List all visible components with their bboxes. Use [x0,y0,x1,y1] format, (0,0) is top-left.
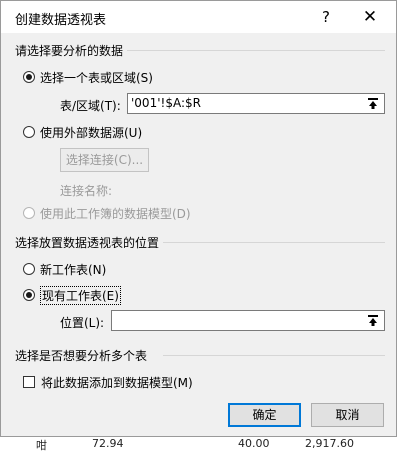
table-range-input[interactable]: '001'!$A:$R [127,93,385,114]
close-button[interactable]: ✕ [359,6,381,28]
radio-table-range[interactable]: 选择一个表或区域(S) [23,68,153,86]
checkbox-label: 将此数据添加到数据模型(M) [41,375,193,390]
radio-new-worksheet[interactable]: 新工作表(N) [23,260,106,278]
section-heading-source: 请选择要分析的数据 [15,44,124,58]
radio-external-source[interactable]: 使用外部数据源(U) [23,123,142,141]
location-input[interactable] [111,310,385,331]
radio-button-disabled[interactable] [23,207,35,219]
radio-button[interactable] [23,126,35,138]
radio-label: 选择一个表或区域(S) [40,70,153,85]
connection-name-label: 连接名称: [60,184,113,198]
checkbox[interactable] [23,376,35,388]
section-divider [127,50,385,51]
radio-label: 现有工作表(E) [40,285,121,305]
radio-data-model[interactable]: 使用此工作簿的数据模型(D) [23,204,191,222]
section-divider [163,242,385,243]
section-heading-location: 选择放置数据透视表的位置 [15,236,160,250]
radio-label: 使用外部数据源(U) [40,125,143,140]
section-divider [163,355,385,356]
radio-label: 新工作表(N) [40,262,107,277]
background-cell: 咁 [36,439,47,452]
background-cell: 2,917.60 [305,437,354,450]
table-range-label: 表/区域(T): [60,99,121,113]
title-bar: 创建数据透视表 ? ✕ [1,1,396,33]
range-picker-icon[interactable] [363,94,383,113]
range-picker-icon[interactable] [363,311,383,330]
radio-existing-worksheet[interactable]: 现有工作表(E) [23,285,121,305]
help-button[interactable]: ? [316,6,336,28]
background-cell: 72.94 [92,437,124,450]
background-row: 咁 72.94 40.00 2,917.60 [0,437,399,452]
background-cell: 40.00 [238,437,270,450]
radio-button[interactable] [23,263,35,275]
cancel-button[interactable]: 取消 [311,403,384,427]
choose-connection-button[interactable]: 选择连接(C)... [60,148,149,172]
create-pivot-table-dialog: 创建数据透视表 ? ✕ 请选择要分析的数据 选择一个表或区域(S) 表/区域(T… [0,0,397,437]
dialog-title: 创建数据透视表 [15,13,107,28]
radio-label: 使用此工作簿的数据模型(D) [40,206,191,221]
radio-button-checked[interactable] [23,71,35,83]
ok-button[interactable]: 确定 [228,403,301,427]
checkbox-add-to-data-model[interactable]: 将此数据添加到数据模型(M) [23,373,193,391]
radio-button-checked[interactable] [23,289,35,301]
location-label: 位置(L): [60,316,105,330]
section-heading-multiple-tables: 选择是否想要分析多个表 [15,349,148,363]
